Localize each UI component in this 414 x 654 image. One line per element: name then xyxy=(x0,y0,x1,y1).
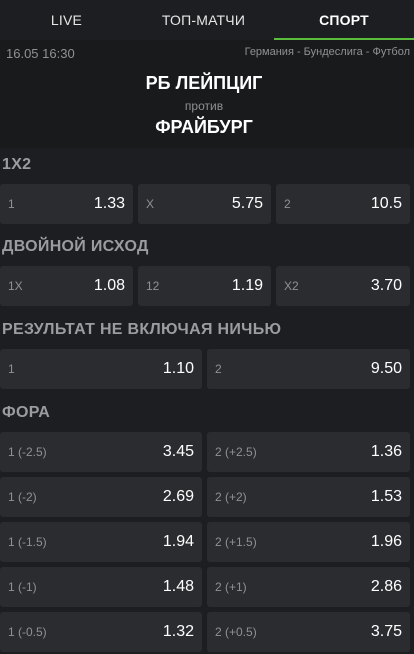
odds-value: 1.53 xyxy=(370,488,402,505)
odds-value: 2.69 xyxy=(162,488,194,505)
odds-value: 1.32 xyxy=(162,623,194,640)
odds-value: 1.36 xyxy=(370,443,402,460)
outcome-label: 2 (+1.5) xyxy=(215,535,257,549)
outcome-label: 2 xyxy=(215,362,222,376)
odds-button[interactable]: 2 (+1.5) 1.96 xyxy=(207,522,410,562)
odds-button[interactable]: 1 (-2) 2.69 xyxy=(0,477,202,517)
odds-button[interactable]: 1 (-0.5) 1.32 xyxy=(0,612,202,652)
market-title-1x2: 1X2 xyxy=(2,156,32,173)
outcome-label: 1 (-1) xyxy=(8,580,37,594)
top-tabs: LIVE ТОП-МАТЧИ СПОРТ xyxy=(0,0,414,40)
odds-button[interactable]: 1 (-1) 1.48 xyxy=(0,567,202,607)
tab-sport[interactable]: СПОРТ xyxy=(274,0,414,40)
odds-button[interactable]: 2 9.50 xyxy=(207,349,410,389)
tab-top-matches[interactable]: ТОП-МАТЧИ xyxy=(133,0,274,40)
outcome-label: 2 (+1) xyxy=(215,580,247,594)
outcome-label: 1 (-2) xyxy=(8,490,37,504)
odds-button[interactable]: 1 1.33 xyxy=(0,184,133,224)
outcome-label: 1 (-2.5) xyxy=(8,445,47,459)
outcome-label: 2 xyxy=(284,197,291,211)
odds-value: 3.45 xyxy=(162,443,194,460)
odds-button[interactable]: X2 3.70 xyxy=(276,266,410,306)
match-datetime: 16.05 16:30 xyxy=(6,46,75,61)
odds-value: 1.96 xyxy=(370,533,402,550)
odds-value: 10.5 xyxy=(370,195,402,212)
tab-live[interactable]: LIVE xyxy=(0,0,133,40)
market-title-handicap: ФОРА xyxy=(2,404,51,421)
outcome-label: 1 (-0.5) xyxy=(8,625,47,639)
odds-value: 1.48 xyxy=(162,578,194,595)
odds-button[interactable]: X 5.75 xyxy=(138,184,271,224)
odds-button[interactable]: 1 (-2.5) 3.45 xyxy=(0,432,202,472)
odds-value: 1.08 xyxy=(93,277,125,294)
odds-value: 1.19 xyxy=(231,277,263,294)
odds-button[interactable]: 12 1.19 xyxy=(138,266,271,306)
outcome-label: 1 (-1.5) xyxy=(8,535,47,549)
market-title-double-chance: ДВОЙНОЙ ИСХОД xyxy=(2,238,149,255)
odds-button[interactable]: 1 1.10 xyxy=(0,349,202,389)
outcome-label: 2 (+2.5) xyxy=(215,445,257,459)
outcome-label: 12 xyxy=(146,279,160,293)
odds-button[interactable]: 1 (-1.5) 1.94 xyxy=(0,522,202,562)
outcome-label: 1 xyxy=(8,362,15,376)
odds-value: 1.94 xyxy=(162,533,194,550)
odds-button[interactable]: 2 (+2) 1.53 xyxy=(207,477,410,517)
home-team: РБ ЛЕЙПЦИГ xyxy=(145,73,263,93)
odds-button[interactable]: 2 10.5 xyxy=(276,184,410,224)
odds-value: 2.86 xyxy=(370,578,402,595)
odds-button[interactable]: 1X 1.08 xyxy=(0,266,133,306)
odds-value: 3.75 xyxy=(370,623,402,640)
outcome-label: 1X xyxy=(8,279,23,293)
odds-value: 3.70 xyxy=(370,277,402,294)
odds-button[interactable]: 2 (+0.5) 3.75 xyxy=(207,612,410,652)
match-league: Германия - Бундеслига - Футбол xyxy=(244,46,410,58)
away-team: ФРАЙБУРГ xyxy=(155,117,253,137)
odds-value: 9.50 xyxy=(370,360,402,377)
outcome-label: X2 xyxy=(284,279,299,293)
outcome-label: 1 xyxy=(8,197,15,211)
odds-button[interactable]: 2 (+2.5) 1.36 xyxy=(207,432,410,472)
odds-button[interactable]: 2 (+1) 2.86 xyxy=(207,567,410,607)
outcome-label: 2 (+2) xyxy=(215,490,247,504)
market-title-draw-no-bet: РЕЗУЛЬТАТ НЕ ВКЛЮЧАЯ НИЧЬЮ xyxy=(2,321,282,338)
versus-label: против xyxy=(184,99,224,113)
odds-value: 1.10 xyxy=(162,360,194,377)
odds-value: 1.33 xyxy=(93,195,125,212)
odds-value: 5.75 xyxy=(231,195,263,212)
match-header: 16.05 16:30 Германия - Бундеслига - Футб… xyxy=(0,40,414,148)
outcome-label: 2 (+0.5) xyxy=(215,625,257,639)
outcome-label: X xyxy=(146,197,155,211)
